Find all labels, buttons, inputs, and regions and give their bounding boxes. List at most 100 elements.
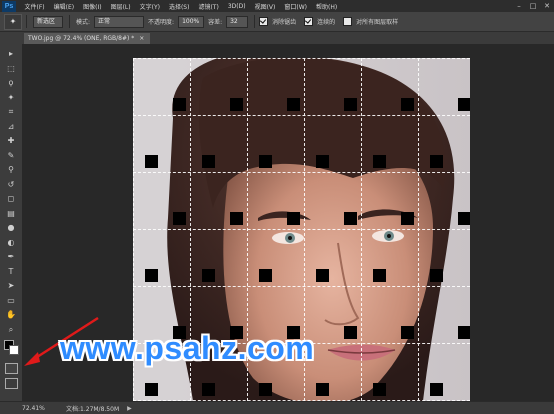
eyedropper-icon[interactable]: ⊿	[5, 121, 17, 132]
hand-icon[interactable]: ✋	[5, 309, 17, 320]
weave-knot	[458, 326, 470, 339]
history-brush-icon[interactable]: ↺	[5, 179, 17, 190]
weave-knot	[259, 269, 272, 282]
magic-wand-icon[interactable]: ✦	[5, 92, 17, 103]
opacity-input[interactable]: 100%	[178, 15, 205, 28]
clone-stamp-icon[interactable]: ⚲	[5, 164, 17, 175]
maximize-button[interactable]: □	[526, 0, 540, 12]
weave-knot	[173, 98, 186, 111]
sample-all-layers-checkbox[interactable]	[343, 17, 353, 26]
marquee-icon[interactable]: ⬚	[5, 63, 17, 74]
close-window-button[interactable]: ✕	[540, 0, 554, 12]
menu-file[interactable]: 文件(F)	[20, 2, 49, 11]
menu-edit[interactable]: 编辑(E)	[49, 2, 78, 11]
menu-view[interactable]: 视图(V)	[250, 2, 280, 11]
weave-knot	[430, 155, 443, 168]
weave-knot	[401, 98, 414, 111]
menu-select[interactable]: 选择(S)	[164, 2, 194, 11]
weave-knot	[145, 155, 158, 168]
path-selection-icon[interactable]: ➤	[5, 280, 17, 291]
weave-knot	[202, 383, 215, 396]
grid-line	[133, 115, 470, 116]
weave-knot	[344, 326, 357, 339]
quick-mask-button[interactable]	[5, 363, 18, 374]
document-tab[interactable]: TWO.jpg @ 72.4% (ONE, RGB/8#) * ×	[24, 33, 151, 44]
screen-mode-button[interactable]	[5, 378, 18, 389]
brush-icon[interactable]: ✎	[5, 150, 17, 161]
menu-help[interactable]: 帮助(H)	[312, 2, 342, 11]
divider	[26, 15, 27, 28]
selection-mode-select[interactable]: 新选区	[33, 15, 63, 28]
weave-knot	[316, 155, 329, 168]
blur-icon[interactable]: ●	[5, 222, 17, 233]
blend-mode-select[interactable]: 正常	[94, 15, 145, 28]
menu-3d[interactable]: 3D(D)	[223, 3, 250, 10]
healing-brush-icon[interactable]: ✚	[5, 135, 17, 146]
weave-knot	[230, 212, 243, 225]
gradient-icon[interactable]: ▤	[5, 208, 17, 219]
crop-icon[interactable]: ⌗	[5, 106, 17, 117]
weave-knot	[287, 98, 300, 111]
menu-layer[interactable]: 图层(L)	[106, 2, 135, 11]
weave-knot	[230, 98, 243, 111]
grid-line	[133, 58, 470, 59]
magic-wand-icon[interactable]: ✦	[4, 13, 22, 30]
weave-knot	[344, 212, 357, 225]
weave-knot	[458, 98, 470, 111]
sample-all-layers-label: 对所有图层取样	[356, 19, 399, 26]
grid-line	[133, 229, 470, 230]
antialias-checkbox[interactable]	[259, 17, 269, 26]
weave-knot	[373, 155, 386, 168]
eraser-icon[interactable]: ◻	[5, 193, 17, 204]
photoshop-logo: Ps	[2, 0, 16, 12]
pen-icon[interactable]: ✒	[5, 251, 17, 262]
weave-knot	[316, 383, 329, 396]
menu-image[interactable]: 图像(I)	[79, 2, 106, 11]
weave-knot	[145, 269, 158, 282]
weave-knot	[145, 383, 158, 396]
weave-knot	[373, 269, 386, 282]
menu-type[interactable]: 文字(Y)	[135, 2, 164, 11]
minimize-button[interactable]: –	[512, 0, 526, 12]
tolerance-label: 容差:	[208, 19, 223, 26]
status-menu-arrow-icon[interactable]: ▶	[127, 405, 132, 412]
lasso-icon[interactable]: ϙ	[5, 77, 17, 88]
document-tab-title: TWO.jpg @ 72.4% (ONE, RGB/8#) *	[28, 35, 135, 42]
weave-knot	[458, 212, 470, 225]
mode-label: 模式:	[76, 19, 91, 26]
zoom-icon[interactable]: ⌕	[5, 324, 17, 335]
document-tab-bar: TWO.jpg @ 72.4% (ONE, RGB/8#) * ×	[22, 32, 554, 44]
menu-window[interactable]: 窗口(W)	[280, 2, 312, 11]
weave-knot	[202, 155, 215, 168]
tools-panel: ▸ ⬚ ϙ ✦ ⌗ ⊿ ✚ ✎ ⚲ ↺ ◻ ▤ ● ◐ ✒ T ➤ ▭ ✋ ⌕	[0, 32, 23, 401]
weave-knot	[344, 98, 357, 111]
divider	[69, 15, 70, 28]
weave-knot	[430, 383, 443, 396]
weave-knot	[430, 269, 443, 282]
grid-line	[133, 286, 470, 287]
weave-knot	[401, 326, 414, 339]
weave-knot	[401, 212, 414, 225]
menu-bar: Ps 文件(F) 编辑(E) 图像(I) 图层(L) 文字(Y) 选择(S) 滤…	[0, 0, 554, 12]
weave-knot	[173, 212, 186, 225]
weave-knot	[202, 269, 215, 282]
document-size-info: 文档:1.27M/8.50M	[66, 405, 120, 413]
options-bar: ✦ 新选区 模式: 正常 不透明度: 100% 容差: 32 消除锯齿 连续的 …	[0, 12, 554, 32]
dodge-icon[interactable]: ◐	[5, 237, 17, 248]
tolerance-input[interactable]: 32	[226, 15, 249, 28]
close-tab-icon[interactable]: ×	[139, 35, 144, 42]
background-color-swatch[interactable]	[9, 345, 19, 355]
grid-line	[133, 172, 470, 173]
shape-icon[interactable]: ▭	[5, 295, 17, 306]
weave-knot	[373, 383, 386, 396]
weave-knot	[316, 269, 329, 282]
window-controls: – □ ✕	[512, 0, 554, 12]
move-icon[interactable]: ▸	[5, 48, 17, 59]
contiguous-checkbox[interactable]	[304, 17, 314, 26]
opacity-label: 不透明度:	[148, 19, 175, 26]
type-icon[interactable]: T	[5, 266, 17, 277]
status-bar: 72.41% 文档:1.27M/8.50M ▶	[0, 401, 554, 414]
menu-filter[interactable]: 滤镜(T)	[194, 2, 223, 11]
divider	[254, 15, 256, 28]
zoom-level[interactable]: 72.41%	[22, 405, 52, 412]
